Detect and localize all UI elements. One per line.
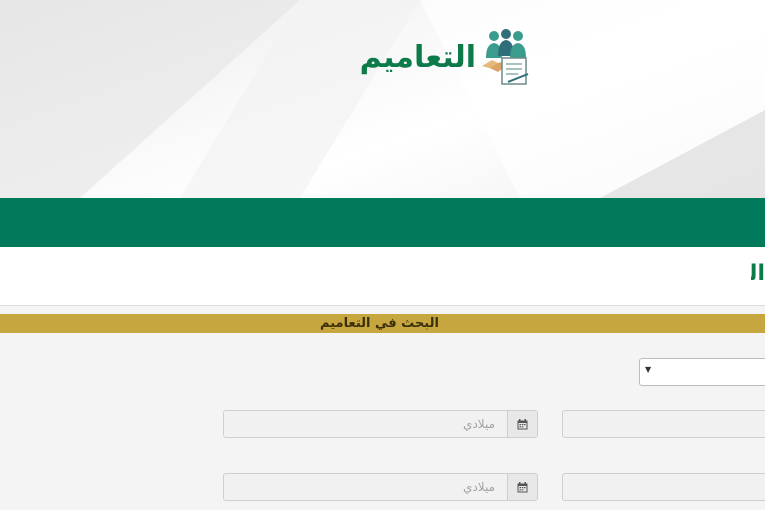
site-logo[interactable]: التعاميم xyxy=(338,26,534,88)
calendar-icon xyxy=(517,481,528,492)
date-to-input[interactable] xyxy=(224,474,507,500)
category-select[interactable]: ▼ xyxy=(639,358,765,386)
date-from-group xyxy=(223,410,538,438)
caret-down-icon: ▼ xyxy=(645,365,652,374)
calendar-icon xyxy=(517,418,528,429)
header-banner: التعاميم xyxy=(0,0,765,198)
main-navbar xyxy=(0,198,765,247)
page-title: التعاميم xyxy=(751,261,765,286)
date-from-input[interactable] xyxy=(224,411,507,437)
search-section-header: البحث في التعاميم xyxy=(0,314,765,333)
team-handshake-document-icon xyxy=(482,29,529,85)
page-title-strip: التعاميم xyxy=(0,247,765,306)
circular-subject-field[interactable] xyxy=(562,473,765,501)
calendar-button[interactable] xyxy=(507,411,537,437)
logo-text: التعاميم xyxy=(359,39,476,75)
search-section-title: البحث في التعاميم xyxy=(320,316,439,331)
circular-number-field[interactable] xyxy=(562,410,765,438)
date-to-group xyxy=(223,473,538,501)
calendar-button[interactable] xyxy=(507,474,537,500)
